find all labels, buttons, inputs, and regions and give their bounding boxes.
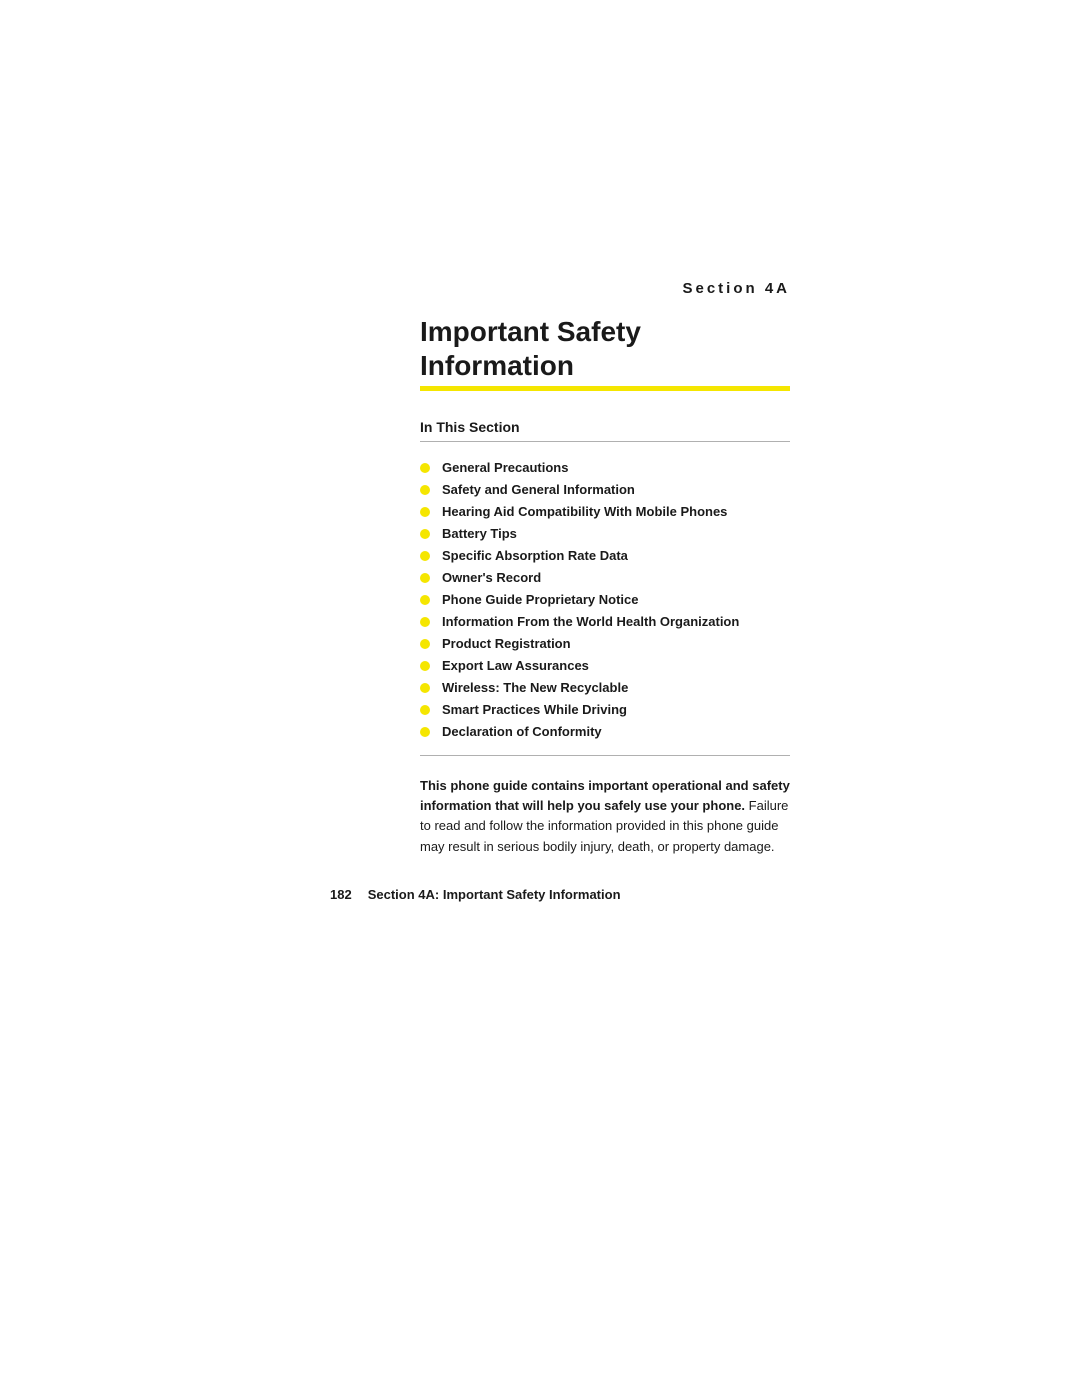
bullet-icon	[420, 529, 430, 539]
description-block: This phone guide contains important oper…	[420, 776, 790, 857]
bullet-icon	[420, 485, 430, 495]
toc-item: Product Registration	[420, 636, 790, 651]
toc-item: General Precautions	[420, 460, 790, 475]
toc-item-label: Wireless: The New Recyclable	[442, 680, 628, 695]
toc-item: Information From the World Health Organi…	[420, 614, 790, 629]
toc-item-label: Smart Practices While Driving	[442, 702, 627, 717]
toc-item-label: General Precautions	[442, 460, 568, 475]
toc-item-label: Specific Absorption Rate Data	[442, 548, 628, 563]
toc-item-label: Export Law Assurances	[442, 658, 589, 673]
page: Section 4A Important Safety Information …	[0, 0, 1080, 1397]
toc-item: Phone Guide Proprietary Notice	[420, 592, 790, 607]
page-number: 182	[330, 887, 352, 902]
bullet-icon	[420, 683, 430, 693]
bullet-icon	[420, 727, 430, 737]
description-bold: This phone guide contains important oper…	[420, 778, 790, 813]
toc-item: Hearing Aid Compatibility With Mobile Ph…	[420, 504, 790, 519]
bullet-icon	[420, 617, 430, 627]
section-divider-bottom	[420, 755, 790, 756]
toc-item-label: Product Registration	[442, 636, 571, 651]
section-label: Section 4A	[420, 280, 790, 297]
toc-item: Specific Absorption Rate Data	[420, 548, 790, 563]
bullet-icon	[420, 507, 430, 517]
toc-item: Battery Tips	[420, 526, 790, 541]
toc-item: Safety and General Information	[420, 482, 790, 497]
toc-item-label: Information From the World Health Organi…	[442, 614, 739, 629]
toc-item: Smart Practices While Driving	[420, 702, 790, 717]
title-underline	[420, 386, 790, 391]
toc-item: Export Law Assurances	[420, 658, 790, 673]
toc-item: Owner's Record	[420, 570, 790, 585]
toc-item: Wireless: The New Recyclable	[420, 680, 790, 695]
toc-item-label: Battery Tips	[442, 526, 517, 541]
toc-item-label: Declaration of Conformity	[442, 724, 602, 739]
toc-item-label: Owner's Record	[442, 570, 541, 585]
bullet-icon	[420, 661, 430, 671]
in-this-section-header: In This Section	[420, 419, 790, 435]
toc-item-label: Safety and General Information	[442, 482, 635, 497]
bullet-icon	[420, 639, 430, 649]
bullet-icon	[420, 551, 430, 561]
bullet-icon	[420, 573, 430, 583]
content-area: Section 4A Important Safety Information …	[90, 0, 990, 857]
bullet-icon	[420, 595, 430, 605]
section-divider-top	[420, 441, 790, 442]
page-title: Important Safety Information	[420, 315, 790, 382]
footer-text: Section 4A: Important Safety Information	[368, 887, 621, 902]
toc-list: General Precautions Safety and General In…	[420, 460, 790, 739]
page-footer: 182 Section 4A: Important Safety Informa…	[0, 887, 1080, 902]
bullet-icon	[420, 463, 430, 473]
section-label-text: Section 4A	[682, 280, 790, 297]
toc-item-label: Phone Guide Proprietary Notice	[442, 592, 639, 607]
toc-item-label: Hearing Aid Compatibility With Mobile Ph…	[442, 504, 727, 519]
toc-item: Declaration of Conformity	[420, 724, 790, 739]
bullet-icon	[420, 705, 430, 715]
